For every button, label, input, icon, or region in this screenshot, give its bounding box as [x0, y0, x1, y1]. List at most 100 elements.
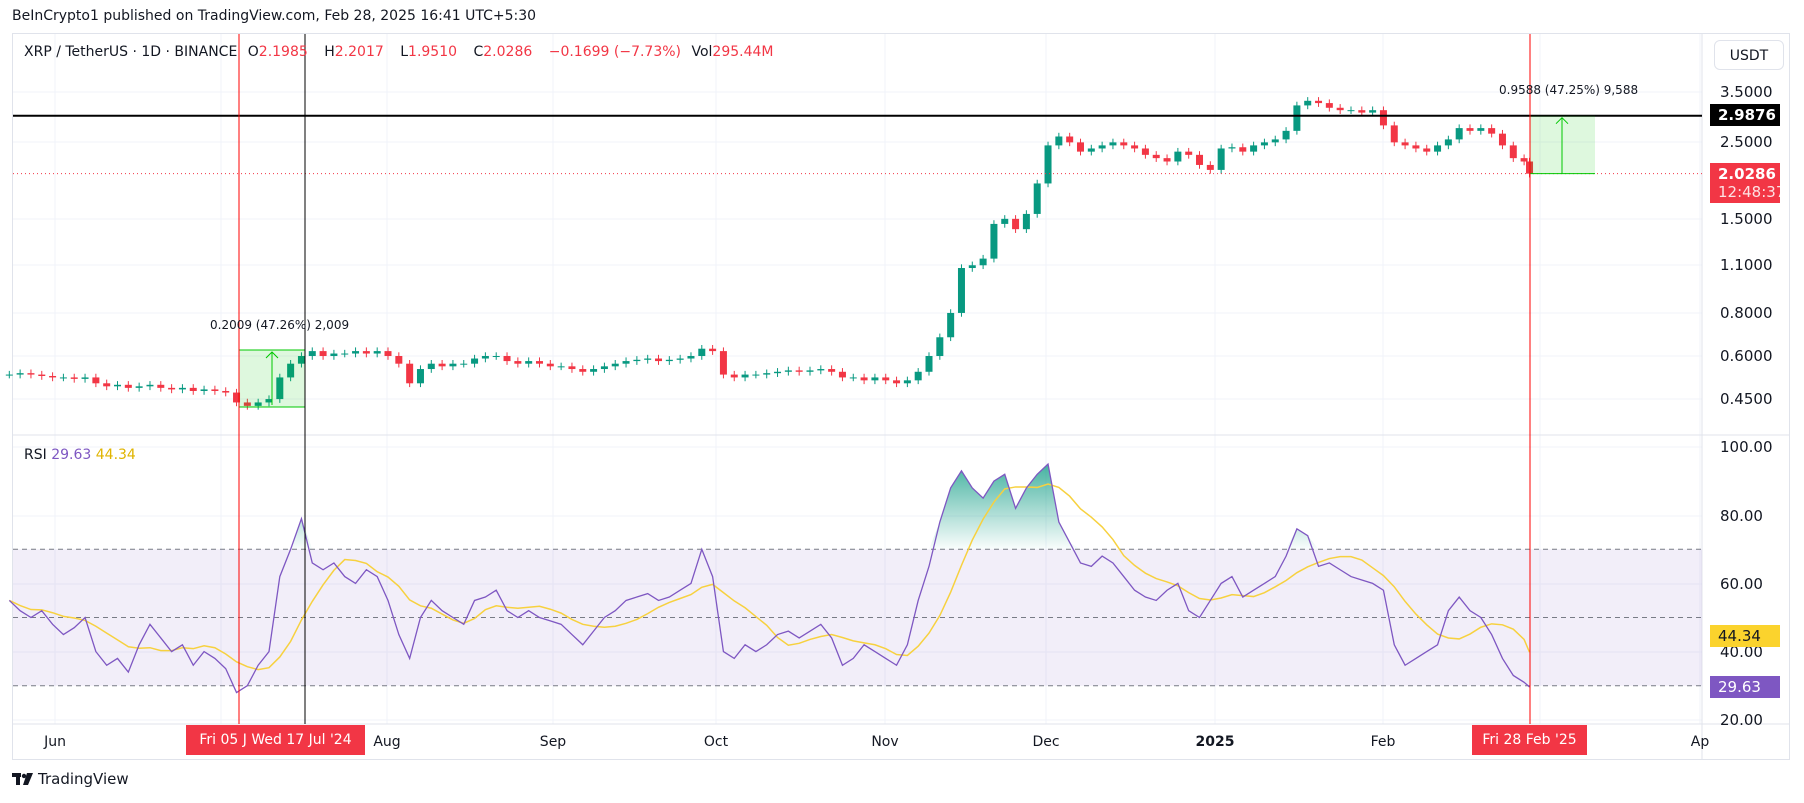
candle-down: [1401, 142, 1409, 146]
candle-down: [503, 356, 511, 362]
candle-down: [1423, 148, 1431, 152]
candle-up: [1260, 142, 1268, 146]
candle-down: [124, 384, 132, 388]
candle-up: [449, 363, 457, 367]
candle-up: [871, 377, 879, 381]
candle-up: [633, 359, 641, 362]
candle-up: [1271, 139, 1279, 143]
candle-down: [1509, 145, 1517, 159]
last-price-value: 2.0286: [1718, 165, 1776, 183]
time-label: Dec: [1032, 734, 1060, 750]
rsi-tick: 100.00: [1720, 438, 1773, 456]
candle-up: [1174, 151, 1182, 162]
candle-up: [817, 369, 825, 371]
candle-down: [535, 361, 543, 364]
candle-down: [189, 387, 197, 391]
symbol-title[interactable]: XRP / TetherUS · 1D · BINANCE: [24, 44, 237, 60]
candle-down: [438, 363, 446, 367]
candle-down: [157, 384, 165, 388]
candle-up: [622, 361, 630, 364]
candle-up: [600, 366, 608, 370]
candle-up: [763, 373, 771, 375]
measure-label-1: 0.2009 (47.26%) 2,009: [210, 318, 350, 332]
candle-up: [341, 353, 349, 355]
candle-down: [1325, 103, 1333, 108]
candle-up: [373, 351, 381, 354]
currency-button[interactable]: USDT: [1714, 40, 1784, 70]
bar-countdown: 12:48:37: [1718, 183, 1786, 201]
last-price-tag: 2.0286 12:48:37: [1710, 163, 1786, 203]
rsi-legend: RSI 29.63 44.34: [24, 447, 136, 463]
tradingview-logo[interactable]: TradingView: [12, 770, 129, 788]
candle-down: [838, 371, 846, 378]
chart-canvas[interactable]: [0, 0, 1804, 803]
candle-down: [655, 358, 663, 362]
candle-down: [1163, 158, 1171, 162]
candle-up: [947, 312, 955, 338]
candle-up: [1293, 105, 1301, 131]
candle-up: [1022, 213, 1030, 230]
candle-up: [968, 265, 976, 269]
candle-down: [1012, 218, 1020, 230]
candle-up: [1444, 139, 1452, 146]
ohlc-legend: XRP / TetherUS · 1D · BINANCE O2.1985 H2…: [24, 44, 786, 60]
candle-up: [1109, 142, 1117, 146]
price-tick: 1.1000: [1720, 256, 1773, 274]
candle-down: [1412, 145, 1420, 149]
candle-down: [103, 383, 111, 387]
candle-down: [406, 363, 414, 384]
candle-up: [806, 370, 814, 372]
candle-up: [1304, 100, 1312, 106]
candle-up: [1087, 148, 1095, 152]
candle-up: [5, 374, 13, 376]
time-label: Ap: [1690, 734, 1710, 750]
candle-down: [1336, 107, 1344, 111]
candle-up: [481, 356, 489, 359]
candle-up: [146, 384, 154, 387]
candle-up: [698, 348, 706, 357]
rsi-label[interactable]: RSI: [24, 447, 47, 463]
low-value: 1.9510: [408, 44, 458, 60]
candle-down: [828, 369, 836, 372]
candle-down: [893, 380, 901, 384]
candle-down: [384, 351, 392, 357]
candle-up: [1217, 148, 1225, 170]
candle-down: [38, 374, 46, 376]
candle-up: [774, 371, 782, 374]
candle-up: [471, 358, 479, 364]
crosshair-date-tag-1: Fri 05 J Wed 17 Jul '24: [186, 725, 365, 755]
rsi-overbought-fill: [12, 464, 1530, 550]
rsi-tick: 20.00: [1720, 711, 1763, 729]
candle-down: [1498, 133, 1506, 146]
rsi-value-tag: 29.63: [1710, 676, 1780, 698]
candle-down: [1466, 128, 1474, 131]
time-label: Nov: [871, 734, 899, 750]
candle-up: [135, 386, 143, 388]
high-value: 2.2017: [334, 44, 384, 60]
candle-up: [849, 377, 857, 379]
rsi-ma-tag: 44.34: [1710, 625, 1780, 647]
candle-down: [882, 377, 890, 381]
rsi-ma-value: 44.34: [95, 447, 136, 463]
date-tag-start: Fri 05 J: [199, 732, 247, 748]
candle-up: [557, 366, 565, 368]
measure-label-2: 0.9588 (47.25%) 9,588: [1499, 83, 1639, 97]
close-label: C: [473, 44, 484, 60]
candle-down: [1488, 128, 1496, 134]
candle-up: [114, 384, 122, 387]
candle-down: [730, 374, 738, 378]
candle-up: [1455, 128, 1463, 140]
candle-up: [665, 359, 673, 362]
candle-down: [395, 356, 403, 364]
candle-down: [49, 375, 57, 378]
candle-down: [1066, 136, 1074, 143]
crosshair-date-tag-2: Fri 28 Feb '25: [1472, 725, 1587, 755]
candle-up: [416, 369, 424, 384]
candle-up: [1001, 218, 1009, 224]
price-tick: 2.5000: [1720, 133, 1773, 151]
candle-up: [990, 223, 998, 259]
tradingview-logo-icon: [12, 773, 33, 785]
rsi-tick: 60.00: [1720, 575, 1763, 593]
low-label: L: [400, 44, 409, 60]
time-label: Jun: [44, 734, 66, 750]
